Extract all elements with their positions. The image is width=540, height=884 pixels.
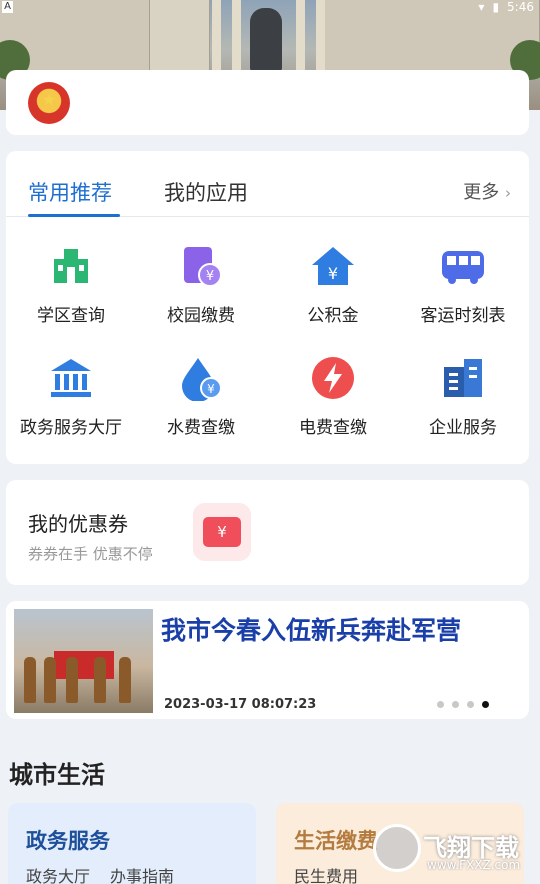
news-date: 2023-03-17 08:07:23 [164, 697, 317, 712]
notification-icon: A [2, 1, 13, 13]
more-link[interactable]: 更多 › [463, 178, 511, 204]
school-icon [48, 243, 94, 289]
svg-text:¥: ¥ [328, 264, 338, 283]
news-carousel[interactable]: 我市今春入伍新兵奔赴军营 2023-03-17 08:07:23 [6, 601, 529, 719]
app-school-district[interactable]: 学区查询 [6, 229, 136, 329]
active-tab-indicator [28, 214, 120, 217]
carousel-dot[interactable] [452, 701, 459, 708]
livelihood-fee-link[interactable]: 民生费用 [294, 863, 358, 884]
coupon-icon: ¥ [193, 503, 251, 561]
app-label: 学区查询 [37, 306, 105, 326]
national-emblem-icon [28, 82, 70, 124]
enterprise-icon [440, 355, 486, 401]
app-water-bill[interactable]: ¥ 水费查缴 [136, 341, 266, 441]
housing-fund-icon: ¥ [310, 243, 356, 289]
gov-service-title: 政务服务 [26, 829, 110, 853]
app-label: 公积金 [307, 306, 359, 326]
tab-my-apps[interactable]: 我的应用 [164, 177, 248, 207]
life-payment-title: 生活缴费 [294, 829, 378, 853]
gov-service-card[interactable]: 政务服务 政务大厅 办事指南 [8, 803, 256, 884]
wifi-icon: ▾ [478, 0, 485, 14]
coupon-subtitle: 券券在手 优惠不停 [28, 545, 153, 563]
app-label: 政务服务大厅 [20, 418, 122, 438]
coupon-title: 我的优惠券 [28, 512, 128, 536]
statue [250, 8, 282, 72]
app-government-hall[interactable]: 政务服务大厅 [6, 341, 136, 441]
carousel-dot[interactable] [467, 701, 474, 708]
watermark-logo-icon [373, 824, 421, 872]
svg-text:¥: ¥ [207, 382, 215, 396]
header-card [6, 70, 529, 135]
bus-icon [440, 243, 486, 289]
electricity-bill-icon [310, 355, 356, 401]
battery-icon: ▮ [492, 0, 500, 14]
gov-hall-link[interactable]: 政务大厅 [26, 863, 90, 884]
app-electricity-bill[interactable]: 电费查缴 [268, 341, 398, 441]
watermark-url: www.FXXZ.com [427, 858, 521, 872]
government-hall-icon [48, 355, 94, 401]
app-bus-schedule[interactable]: 客运时刻表 [398, 229, 528, 329]
guide-link[interactable]: 办事指南 [110, 863, 174, 884]
app-label: 企业服务 [429, 418, 497, 438]
more-label: 更多 [463, 182, 500, 203]
app-label: 客运时刻表 [420, 306, 506, 326]
coupon-card[interactable]: 我的优惠券 券券在手 优惠不停 ¥ [6, 480, 529, 585]
app-label: 水费查缴 [167, 418, 235, 438]
app-enterprise-service[interactable]: 企业服务 [398, 341, 528, 441]
tab-bar: 常用推荐 我的应用 更多 › [6, 151, 529, 217]
recommend-card: 常用推荐 我的应用 更多 › 学区查询 ¥ 校园缴费 ¥ 公积金 客运时刻表 政… [6, 151, 529, 464]
carousel-dots [437, 701, 489, 708]
news-title: 我市今春入伍新兵奔赴军营 [161, 616, 462, 645]
carousel-dot[interactable] [437, 701, 444, 708]
app-label: 校园缴费 [167, 306, 235, 326]
carousel-dot-active[interactable] [482, 701, 489, 708]
app-label: 电费查缴 [299, 418, 367, 438]
news-thumbnail [14, 609, 153, 713]
coupon-icon-text: ¥ [203, 517, 241, 547]
app-campus-pay[interactable]: ¥ 校园缴费 [136, 229, 266, 329]
status-bar: A ▾ ▮ 5:46 [0, 0, 540, 16]
campus-pay-icon: ¥ [178, 243, 224, 289]
water-bill-icon: ¥ [178, 355, 224, 402]
app-housing-fund[interactable]: ¥ 公积金 [268, 229, 398, 329]
tab-common-recommend[interactable]: 常用推荐 [28, 177, 112, 207]
status-time: 5:46 [507, 0, 534, 14]
watermark: 飞翔下载 www.FXXZ.com [373, 824, 533, 874]
chevron-right-icon: › [505, 184, 511, 202]
svg-text:¥: ¥ [206, 269, 214, 284]
section-title-city-life: 城市生活 [9, 761, 105, 789]
